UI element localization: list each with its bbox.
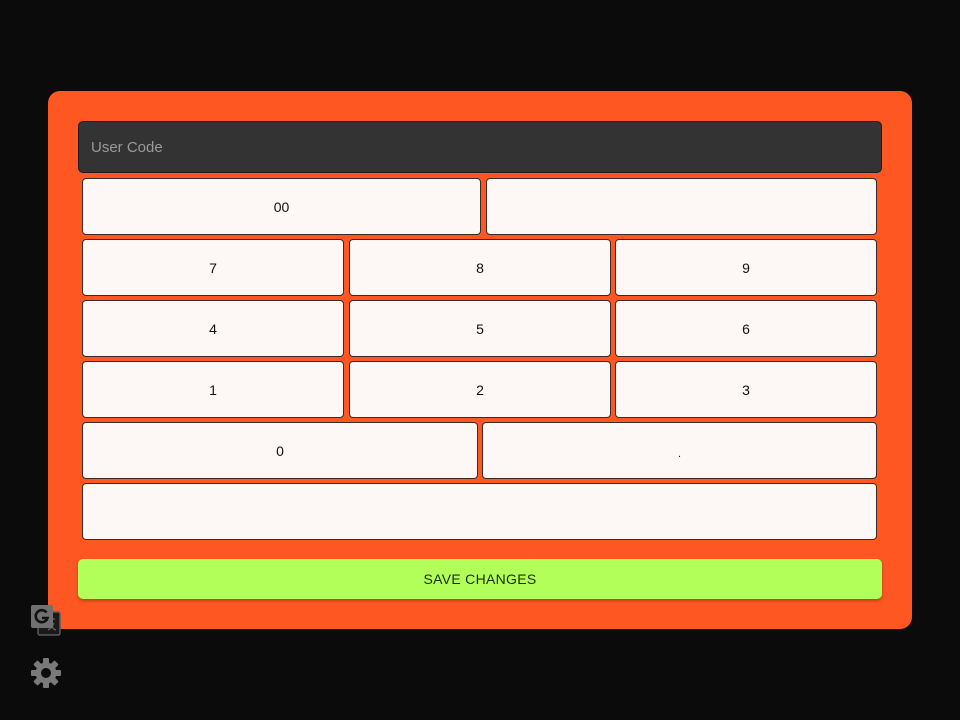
- user-code-input[interactable]: [78, 121, 882, 173]
- settings-gear-icon[interactable]: [29, 656, 63, 690]
- key-1[interactable]: 1: [82, 361, 344, 418]
- key-4[interactable]: 4: [82, 300, 344, 357]
- key-8[interactable]: 8: [349, 239, 611, 296]
- key-7[interactable]: 7: [82, 239, 344, 296]
- key-0[interactable]: 0: [82, 422, 478, 479]
- key-double-zero[interactable]: 00: [82, 178, 481, 235]
- translate-icon-graphic: [31, 605, 61, 636]
- save-changes-button[interactable]: SAVE CHANGES: [78, 559, 882, 599]
- gear-icon-graphic: [31, 658, 61, 688]
- key-5[interactable]: 5: [349, 300, 611, 357]
- key-9[interactable]: 9: [615, 239, 877, 296]
- key-3[interactable]: 3: [615, 361, 877, 418]
- key-blank-top[interactable]: [486, 178, 877, 235]
- key-decimal[interactable]: .: [482, 422, 877, 479]
- key-2[interactable]: 2: [349, 361, 611, 418]
- key-6[interactable]: 6: [615, 300, 877, 357]
- keypad-panel: 00 7 8 9 4 5 6 1 2 3 0 . SAVE CHANGES: [48, 91, 912, 629]
- key-blank-wide[interactable]: [82, 483, 877, 540]
- app-screen: 00 7 8 9 4 5 6 1 2 3 0 . SAVE CHANGES: [0, 0, 960, 720]
- translate-icon[interactable]: [29, 603, 63, 637]
